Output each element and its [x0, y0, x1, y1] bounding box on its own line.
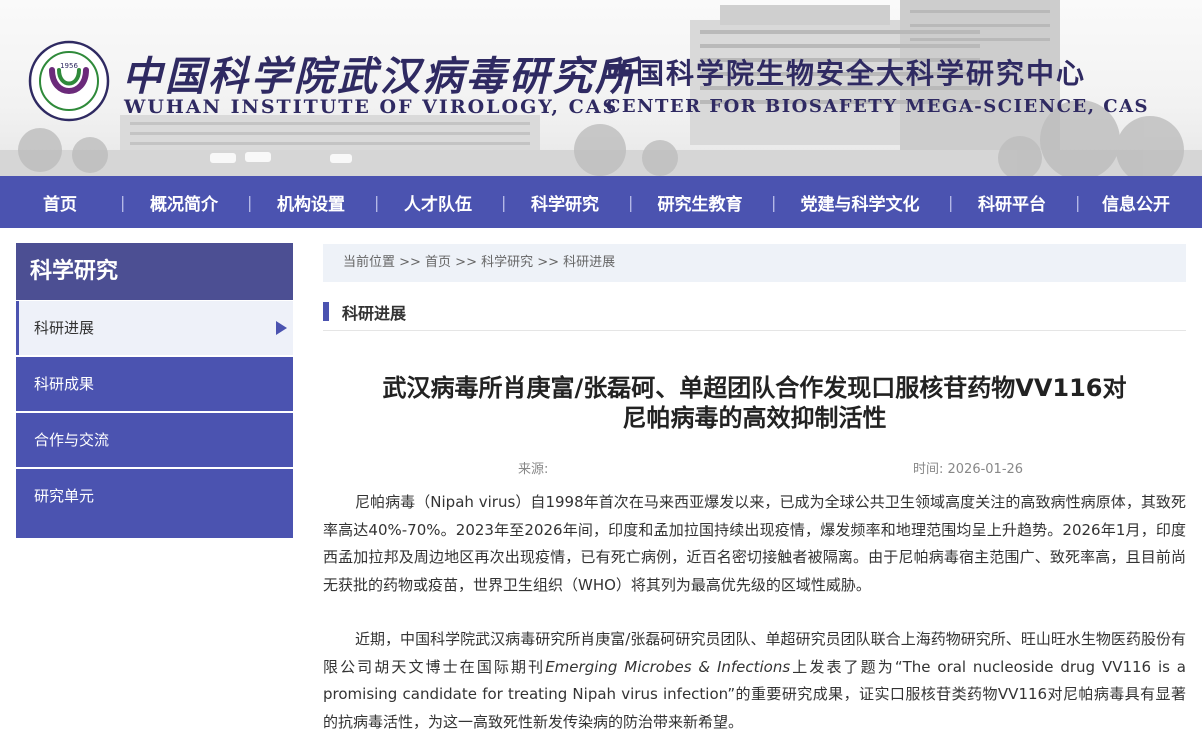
- article-paragraph: 尼帕病毒（Nipah virus）自1998年首次在马来西亚爆发以来，已成为全球…: [323, 493, 1186, 594]
- site-header: 1956 中国科学院武汉病毒研究所 WUHAN INSTITUTE OF VIR…: [0, 0, 1202, 176]
- sidebar-item-label: 科研进展: [34, 319, 95, 337]
- sidebar-item-achievements[interactable]: 科研成果: [16, 357, 293, 411]
- sidebar-item-progress[interactable]: 科研进展: [16, 301, 293, 355]
- section-marker: [323, 302, 329, 321]
- institute-name-en: WUHAN INSTITUTE OF VIROLOGY, CAS: [124, 96, 619, 118]
- sidebar-item-label: 合作与交流: [34, 431, 110, 449]
- nav-item-graduate[interactable]: 研究生教育: [629, 190, 771, 215]
- logo-year: 1956: [60, 62, 78, 70]
- sidebar-item-label: 科研成果: [34, 375, 95, 393]
- arrow-right-icon: [276, 321, 287, 335]
- center-name-cn: 中国科学院生物安全大科学研究中心: [606, 57, 1087, 90]
- nav-item-party-culture[interactable]: 党建与科学文化: [772, 190, 948, 215]
- article-title: 武汉病毒所肖庚富/张磊砢、单超团队合作发现口服核苷药物VV116对 尼帕病毒的高…: [323, 373, 1186, 433]
- sidebar-title: 科学研究: [16, 243, 293, 300]
- article-paragraph: 近期，中国科学院武汉病毒研究所肖庚富/张磊砢研究员团队、单超研究员团队联合上海药…: [323, 626, 1186, 736]
- nav-item-organization[interactable]: 机构设置: [248, 190, 374, 215]
- nav-item-platform[interactable]: 科研平台: [949, 190, 1075, 215]
- institute-logo[interactable]: 1956: [28, 40, 110, 122]
- logo-emblem-icon: 1956: [28, 40, 110, 122]
- sidebar-item-cooperation[interactable]: 合作与交流: [16, 413, 293, 467]
- sidebar-item-label: 研究单元: [34, 487, 95, 505]
- nav-item-overview[interactable]: 概况简介: [121, 190, 247, 215]
- nav-item-disclosure[interactable]: 信息公开: [1076, 190, 1196, 215]
- center-name-en: CENTER FOR BIOSAFETY MEGA-SCIENCE, CAS: [606, 96, 1150, 117]
- sidebar-item-units[interactable]: 研究单元: [16, 469, 293, 523]
- section-title: 科研进展: [342, 304, 407, 323]
- article-title-line: 武汉病毒所肖庚富/张磊砢、单超团队合作发现口服核苷药物VV116对: [382, 374, 1127, 402]
- breadcrumb: 当前位置 >> 首页 >> 科学研究 >> 科研进展: [323, 244, 1186, 282]
- main-nav: 首页 | 概况简介 | 机构设置 | 人才队伍 | 科学研究 | 研究生教育 |…: [0, 176, 1202, 228]
- nav-item-talent[interactable]: 人才队伍: [375, 190, 501, 215]
- institute-name-cn: 中国科学院武汉病毒研究所: [122, 53, 638, 100]
- sidebar-footer: [16, 522, 293, 538]
- journal-name: Emerging Microbes & Infections: [545, 657, 791, 676]
- section-header: 科研进展: [323, 298, 1186, 331]
- nav-item-research[interactable]: 科学研究: [502, 190, 628, 215]
- article-time: 时间: 2026-01-26: [913, 462, 1024, 477]
- article-title-line: 尼帕病毒的高效抑制活性: [622, 404, 887, 432]
- nav-item-home[interactable]: 首页: [0, 190, 120, 215]
- article-source: 来源:: [518, 462, 549, 477]
